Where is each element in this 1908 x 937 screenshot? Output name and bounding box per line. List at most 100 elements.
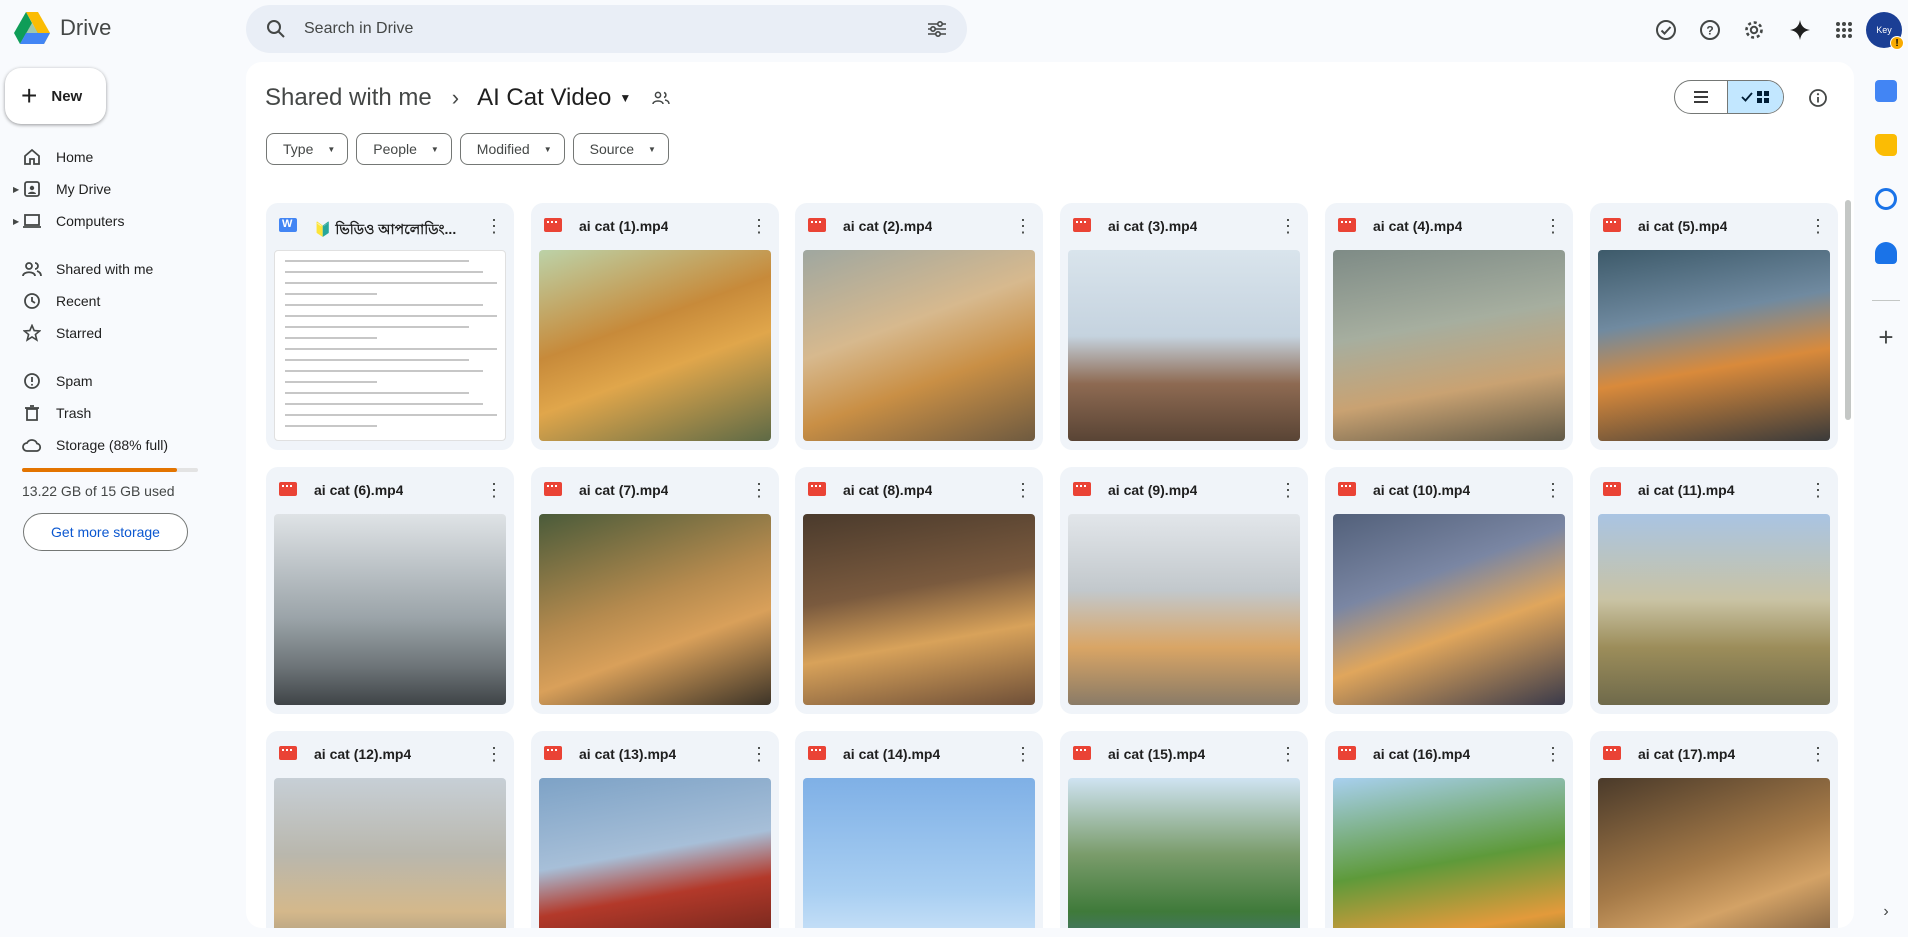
doc-preview-line bbox=[285, 326, 469, 328]
expand-caret-icon[interactable]: ▶ bbox=[13, 217, 19, 226]
breadcrumb-parent[interactable]: Shared with me bbox=[265, 84, 432, 112]
drive-logo[interactable]: Drive bbox=[14, 12, 111, 44]
more-actions-icon[interactable]: ⋮ bbox=[484, 480, 504, 500]
my-drive-icon bbox=[22, 179, 42, 199]
keep-icon[interactable] bbox=[1875, 134, 1897, 156]
sidebar-item-home[interactable]: Home bbox=[0, 141, 236, 173]
file-card[interactable]: ai cat (17).mp4 ⋮ bbox=[1590, 731, 1838, 928]
more-actions-icon[interactable]: ⋮ bbox=[1278, 744, 1298, 764]
shared-folder-icon[interactable] bbox=[649, 86, 673, 110]
file-card[interactable]: ai cat (4).mp4 ⋮ bbox=[1325, 203, 1573, 450]
sidebar-item-shared-with-me[interactable]: Shared with me bbox=[0, 253, 236, 285]
get-more-storage-button[interactable]: Get more storage bbox=[23, 513, 188, 551]
sidebar-item-label: Home bbox=[56, 149, 94, 165]
new-button[interactable]: + New bbox=[5, 68, 106, 124]
file-card[interactable]: ai cat (13).mp4 ⋮ bbox=[531, 731, 779, 928]
sidebar-item-starred[interactable]: Starred bbox=[0, 317, 236, 349]
tasks-icon[interactable] bbox=[1875, 188, 1897, 210]
filter-modified[interactable]: Modified ▼ bbox=[459, 133, 565, 165]
sidebar-item-recent[interactable]: Recent bbox=[0, 285, 236, 317]
list-icon bbox=[1694, 91, 1709, 103]
more-actions-icon[interactable]: ⋮ bbox=[1013, 480, 1033, 500]
video-file-icon bbox=[1338, 218, 1356, 232]
offline-check-icon[interactable] bbox=[1646, 10, 1686, 50]
file-card[interactable]: ai cat (10).mp4 ⋮ bbox=[1325, 467, 1573, 714]
more-actions-icon[interactable]: ⋮ bbox=[1278, 480, 1298, 500]
sidebar-item-trash[interactable]: Trash bbox=[0, 397, 236, 429]
sidebar-item-storage[interactable]: Storage (88% full) bbox=[0, 429, 236, 461]
file-name: 🔰 ভিডিও আপলোডিং... bbox=[314, 221, 457, 237]
account-avatar[interactable]: Key ! bbox=[1866, 12, 1904, 50]
more-actions-icon[interactable]: ⋮ bbox=[1278, 216, 1298, 236]
more-actions-icon[interactable]: ⋮ bbox=[749, 744, 769, 764]
chevron-right-icon[interactable]: › bbox=[1875, 902, 1897, 924]
search-bar[interactable]: Search in Drive bbox=[246, 5, 967, 53]
more-actions-icon[interactable]: ⋮ bbox=[484, 216, 504, 236]
calendar-icon[interactable] bbox=[1875, 80, 1897, 102]
sidebar-item-my-drive[interactable]: ▶ My Drive bbox=[0, 173, 236, 205]
doc-preview-line bbox=[285, 381, 377, 383]
filter-source[interactable]: Source ▼ bbox=[572, 133, 669, 165]
file-name: ai cat (17).mp4 bbox=[1638, 746, 1736, 762]
search-options-icon[interactable] bbox=[913, 5, 961, 53]
filter-label: People bbox=[373, 141, 417, 157]
file-card[interactable]: ai cat (3).mp4 ⋮ bbox=[1060, 203, 1308, 450]
file-card[interactable]: ai cat (1).mp4 ⋮ bbox=[531, 203, 779, 450]
sidebar-item-label: Shared with me bbox=[56, 261, 154, 277]
scrollbar[interactable] bbox=[1845, 200, 1851, 420]
add-addon-icon[interactable]: + bbox=[1875, 324, 1897, 350]
more-actions-icon[interactable]: ⋮ bbox=[1808, 216, 1828, 236]
file-card[interactable]: ai cat (6).mp4 ⋮ bbox=[266, 467, 514, 714]
settings-icon[interactable] bbox=[1734, 10, 1774, 50]
search-icon[interactable] bbox=[252, 5, 300, 53]
file-card[interactable]: ai cat (16).mp4 ⋮ bbox=[1325, 731, 1573, 928]
more-actions-icon[interactable]: ⋮ bbox=[1013, 216, 1033, 236]
storage-usage-text: 13.22 GB of 15 GB used bbox=[22, 483, 175, 499]
info-icon[interactable] bbox=[1804, 84, 1832, 112]
more-actions-icon[interactable]: ⋮ bbox=[1808, 744, 1828, 764]
doc-preview-line bbox=[285, 425, 377, 427]
caret-down-icon: ▼ bbox=[430, 144, 439, 154]
view-toggle bbox=[1674, 80, 1784, 114]
video-file-icon bbox=[1073, 482, 1091, 496]
file-thumbnail bbox=[1068, 778, 1300, 928]
filter-people[interactable]: People ▼ bbox=[356, 133, 452, 165]
apps-grid-icon[interactable] bbox=[1824, 10, 1864, 50]
list-view-button[interactable] bbox=[1675, 81, 1729, 113]
contacts-icon[interactable] bbox=[1875, 242, 1897, 264]
main-panel: Shared with me › AI Cat Video ▼ Type ▼ Pe… bbox=[246, 62, 1854, 928]
grid-view-button[interactable] bbox=[1728, 81, 1783, 113]
caret-down-icon[interactable]: ▼ bbox=[619, 91, 631, 105]
file-card[interactable]: ai cat (9).mp4 ⋮ bbox=[1060, 467, 1308, 714]
sidebar-item-spam[interactable]: Spam bbox=[0, 365, 236, 397]
breadcrumb-current[interactable]: AI Cat Video bbox=[477, 84, 611, 112]
more-actions-icon[interactable]: ⋮ bbox=[1543, 744, 1563, 764]
help-icon[interactable]: ? bbox=[1690, 10, 1730, 50]
file-card[interactable]: ai cat (12).mp4 ⋮ bbox=[266, 731, 514, 928]
doc-preview-line bbox=[285, 348, 497, 350]
file-card[interactable]: 🔰 ভিডিও আপলোডিং... ⋮ bbox=[266, 203, 514, 450]
file-card[interactable]: ai cat (7).mp4 ⋮ bbox=[531, 467, 779, 714]
file-name: ai cat (1).mp4 bbox=[579, 218, 669, 234]
expand-caret-icon[interactable]: ▶ bbox=[13, 185, 19, 194]
file-card[interactable]: ai cat (5).mp4 ⋮ bbox=[1590, 203, 1838, 450]
search-input[interactable]: Search in Drive bbox=[304, 20, 913, 38]
file-card[interactable]: ai cat (8).mp4 ⋮ bbox=[795, 467, 1043, 714]
more-actions-icon[interactable]: ⋮ bbox=[1543, 216, 1563, 236]
file-name: ai cat (10).mp4 bbox=[1373, 482, 1471, 498]
sidebar-item-computers[interactable]: ▶ Computers bbox=[0, 205, 236, 237]
more-actions-icon[interactable]: ⋮ bbox=[1013, 744, 1033, 764]
more-actions-icon[interactable]: ⋮ bbox=[749, 480, 769, 500]
more-actions-icon[interactable]: ⋮ bbox=[1543, 480, 1563, 500]
file-card[interactable]: ai cat (15).mp4 ⋮ bbox=[1060, 731, 1308, 928]
file-card[interactable]: ai cat (11).mp4 ⋮ bbox=[1590, 467, 1838, 714]
filter-type[interactable]: Type ▼ bbox=[266, 133, 349, 165]
gemini-icon[interactable] bbox=[1780, 10, 1820, 50]
doc-preview-line bbox=[285, 260, 469, 262]
more-actions-icon[interactable]: ⋮ bbox=[484, 744, 504, 764]
file-card[interactable]: ai cat (14).mp4 ⋮ bbox=[795, 731, 1043, 928]
file-card[interactable]: ai cat (2).mp4 ⋮ bbox=[795, 203, 1043, 450]
more-actions-icon[interactable]: ⋮ bbox=[1808, 480, 1828, 500]
file-card-header: ai cat (5).mp4 ⋮ bbox=[1590, 203, 1838, 249]
more-actions-icon[interactable]: ⋮ bbox=[749, 216, 769, 236]
